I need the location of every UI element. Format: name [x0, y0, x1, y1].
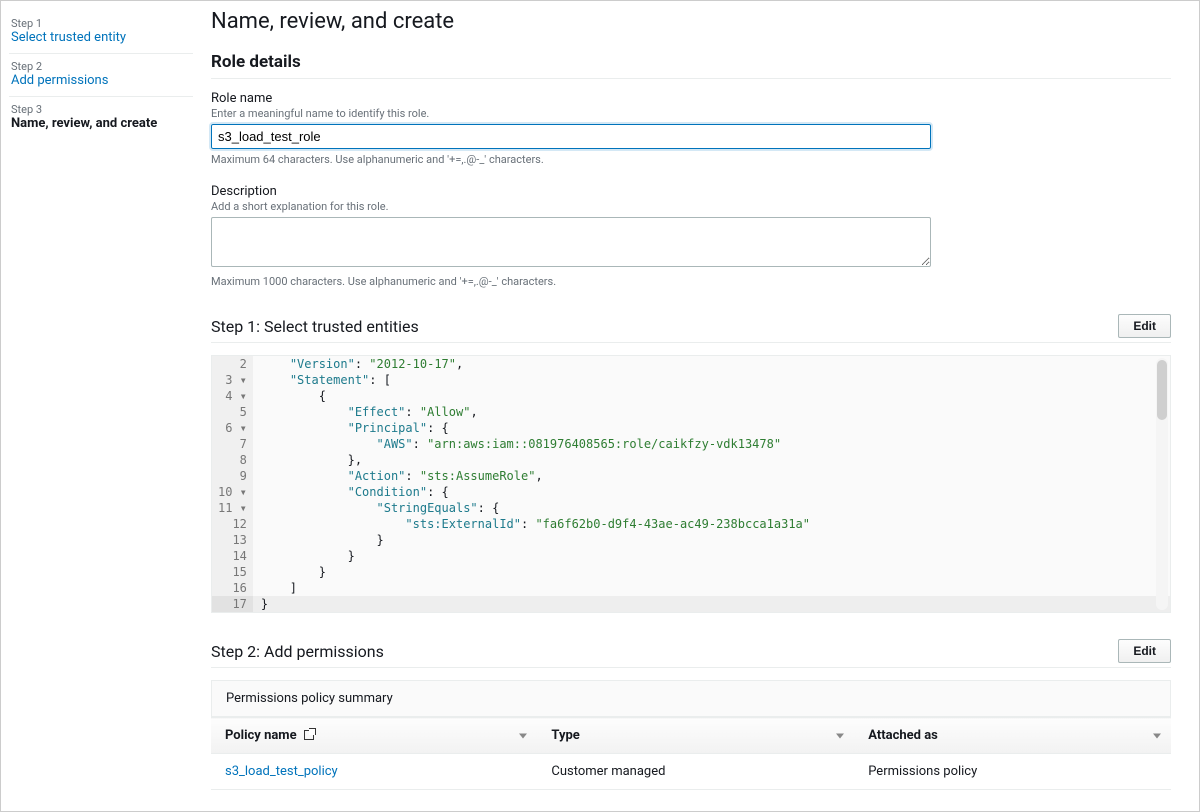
policy-attached-as: Permissions policy	[854, 754, 1171, 790]
code-line[interactable]: ]	[253, 580, 1170, 596]
line-number: 7	[212, 436, 253, 452]
line-number: 10 ▾	[212, 484, 253, 500]
line-number: 14	[212, 548, 253, 564]
description-label: Description	[211, 184, 1171, 199]
step2-title: Step 2: Add permissions	[211, 642, 384, 661]
role-name-sublabel: Enter a meaningful name to identify this…	[211, 107, 1171, 120]
permissions-table: Policy name Type Attached as s3_load_tes…	[211, 717, 1171, 790]
line-number: 11 ▾	[212, 500, 253, 516]
sort-icon[interactable]	[1153, 733, 1161, 738]
col-policy-name-label: Policy name	[225, 728, 297, 743]
line-number: 8	[212, 452, 253, 468]
sidebar-step-select-trusted-entity[interactable]: Select trusted entity	[11, 30, 191, 45]
role-name-label: Role name	[211, 91, 1171, 106]
role-name-field: Role name Enter a meaningful name to ide…	[211, 91, 1171, 166]
code-line[interactable]: "sts:ExternalId": "fa6f62b0-d9f4-43ae-ac…	[253, 516, 1170, 532]
line-number: 3 ▾	[212, 372, 253, 388]
trust-policy-code-viewer[interactable]: 2 "Version": "2012-10-17",3 ▾ "Statement…	[211, 355, 1171, 613]
code-line[interactable]: {	[253, 388, 1170, 404]
description-sublabel: Add a short explanation for this role.	[211, 200, 1171, 213]
step-number: Step 3	[11, 103, 191, 116]
step2-edit-button[interactable]: Edit	[1118, 639, 1171, 663]
sidebar-step-add-permissions[interactable]: Add permissions	[11, 73, 191, 88]
col-type-label: Type	[551, 728, 579, 743]
col-type[interactable]: Type	[537, 718, 854, 754]
table-row: s3_load_test_policy Customer managedPermi…	[211, 754, 1171, 790]
code-line[interactable]: "Action": "sts:AssumeRole",	[253, 468, 1170, 484]
step1-title: Step 1: Select trusted entities	[211, 317, 419, 336]
page-title: Name, review, and create	[211, 9, 1171, 34]
code-line[interactable]: }	[253, 564, 1170, 580]
code-line[interactable]: "Effect": "Allow",	[253, 404, 1170, 420]
policy-name-link[interactable]: s3_load_test_policy	[225, 764, 338, 779]
role-name-help: Maximum 64 characters. Use alphanumeric …	[211, 153, 1171, 166]
line-number: 17	[212, 596, 253, 612]
step-number: Step 2	[11, 60, 191, 73]
code-line[interactable]: },	[253, 452, 1170, 468]
code-scrollbar[interactable]	[1156, 358, 1168, 610]
line-number: 15	[212, 564, 253, 580]
description-input[interactable]	[211, 217, 931, 267]
col-attached-as[interactable]: Attached as	[854, 718, 1171, 754]
sort-icon[interactable]	[836, 733, 844, 738]
line-number: 16	[212, 580, 253, 596]
code-line[interactable]: "Version": "2012-10-17",	[253, 356, 1170, 372]
code-scroll-thumb[interactable]	[1157, 360, 1167, 420]
code-line[interactable]: "StringEquals": {	[253, 500, 1170, 516]
description-field: Description Add a short explanation for …	[211, 184, 1171, 288]
line-number: 2	[212, 356, 253, 372]
policy-type: Customer managed	[537, 754, 854, 790]
step-number: Step 1	[11, 17, 191, 30]
code-line[interactable]: }	[253, 596, 1170, 612]
sort-icon[interactable]	[519, 733, 527, 738]
code-line[interactable]: }	[253, 532, 1170, 548]
main-content: Name, review, and create Role details Ro…	[201, 1, 1199, 811]
role-details-heading: Role details	[211, 52, 1171, 79]
col-attached-label: Attached as	[868, 728, 938, 743]
line-number: 13	[212, 532, 253, 548]
description-help: Maximum 1000 characters. Use alphanumeri…	[211, 275, 1171, 288]
line-number: 9	[212, 468, 253, 484]
col-policy-name[interactable]: Policy name	[211, 718, 537, 754]
code-line[interactable]: "Condition": {	[253, 484, 1170, 500]
code-line[interactable]: }	[253, 548, 1170, 564]
line-number: 5	[212, 404, 253, 420]
wizard-sidebar: Step 1 Select trusted entity Step 2 Add …	[1, 1, 201, 811]
line-number: 12	[212, 516, 253, 532]
permissions-summary-label: Permissions policy summary	[211, 680, 1171, 717]
code-line[interactable]: "Statement": [	[253, 372, 1170, 388]
external-link-icon	[304, 730, 314, 740]
step1-edit-button[interactable]: Edit	[1118, 314, 1171, 338]
line-number: 4 ▾	[212, 388, 253, 404]
code-line[interactable]: "AWS": "arn:aws:iam::081976408565:role/c…	[253, 436, 1170, 452]
line-number: 6 ▾	[212, 420, 253, 436]
sidebar-step-name-review-create: Name, review, and create	[11, 116, 191, 131]
code-line[interactable]: "Principal": {	[253, 420, 1170, 436]
role-name-input[interactable]	[211, 124, 931, 149]
